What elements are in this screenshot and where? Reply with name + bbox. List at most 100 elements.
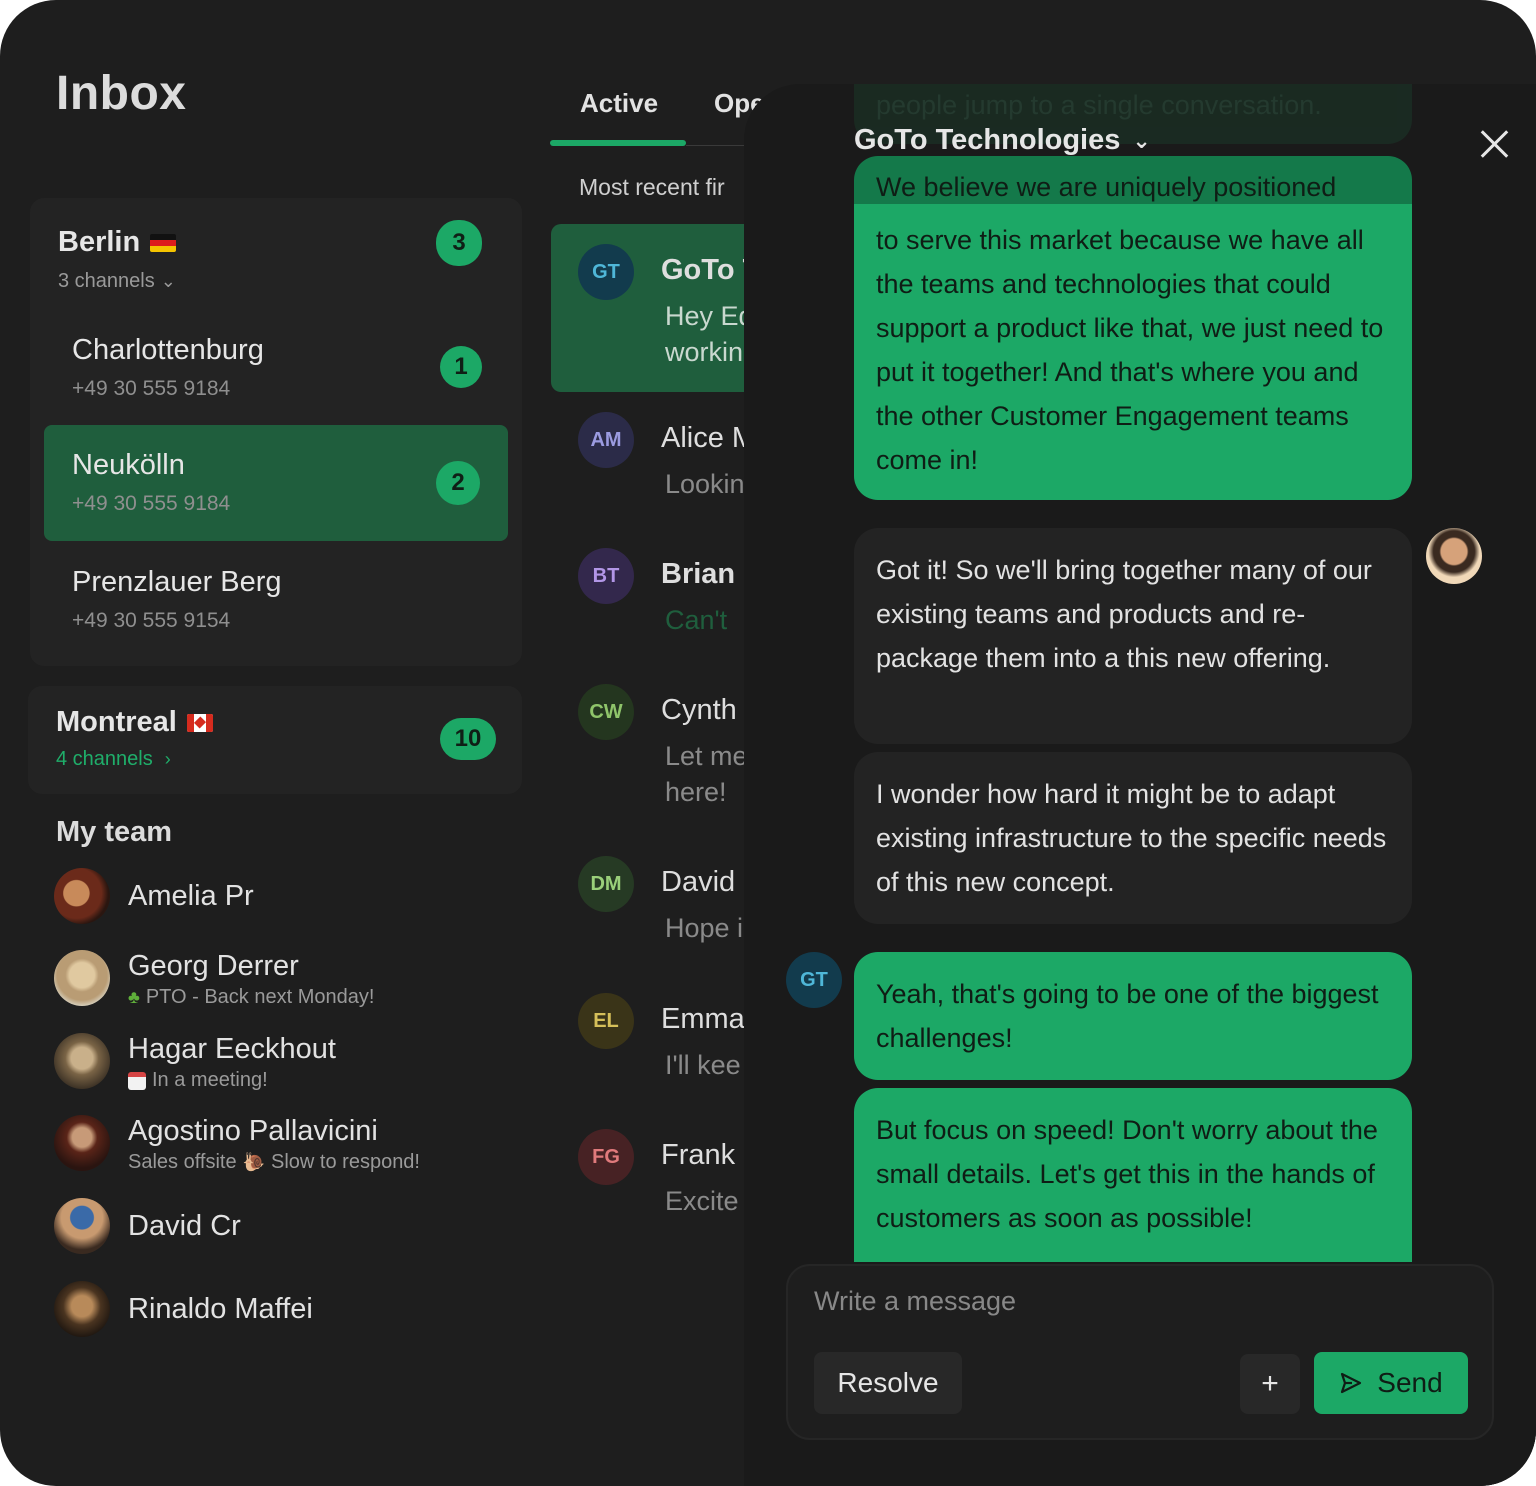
group-channels-count: 3 channels	[58, 270, 155, 292]
avatar	[54, 1198, 110, 1254]
status-location: Sales offsite	[128, 1151, 237, 1173]
snail-icon: 🐌	[242, 1152, 266, 1172]
add-attachment-button[interactable]: +	[1240, 1354, 1300, 1414]
conversation-item[interactable]: CW Cynth Let me here!	[551, 664, 751, 832]
avatar	[54, 1281, 110, 1337]
conversation-preview: Let me here!	[665, 738, 748, 810]
group-channels-toggle[interactable]: 3 channels ⌄	[58, 270, 176, 293]
conversation-item[interactable]: GT GoTo T Hey Ed workin	[551, 224, 760, 392]
preview-line: I'll kee	[665, 1050, 741, 1080]
group-montreal[interactable]: Montreal 4 channels › 10	[28, 686, 522, 794]
channel-prenzlauer-berg[interactable]: Prenzlauer Berg +49 30 555 9154	[44, 542, 508, 658]
group-name-montreal: Montreal	[56, 706, 213, 739]
resolve-button[interactable]: Resolve	[814, 1352, 962, 1414]
germany-flag-icon	[150, 233, 177, 252]
calendar-icon	[128, 1071, 146, 1090]
member-name: David Cr	[128, 1210, 241, 1242]
chevron-down-icon: ⌄	[160, 271, 176, 291]
message-text: Got it! So we'll bring together many of …	[876, 555, 1372, 673]
conversation-avatar: CW	[578, 684, 634, 740]
unread-badge: 2	[436, 461, 480, 505]
canada-flag-icon	[186, 713, 213, 732]
chevron-right-icon: ›	[164, 749, 171, 769]
team-member[interactable]: Agostino Pallavicini Sales offsite 🐌 Slo…	[54, 1115, 514, 1175]
unread-badge: 1	[440, 346, 482, 388]
conversation-avatar: DM	[578, 856, 634, 912]
chat-panel: people jump to a single conversation. Go…	[744, 84, 1536, 1486]
team-member[interactable]: Rinaldo Maffei	[54, 1281, 514, 1341]
message-text: I wonder how hard it might be to adapt e…	[876, 779, 1387, 897]
chat-title: GoTo Technologies	[854, 124, 1121, 156]
message-bubble-incoming: Got it! So we'll bring together many of …	[854, 528, 1412, 744]
channel-charlottenburg[interactable]: Charlottenburg +49 30 555 9184 1	[44, 310, 508, 426]
member-status: Sales offsite 🐌 Slow to respond!	[128, 1151, 420, 1174]
channel-phone: +49 30 555 9184	[72, 377, 231, 400]
conversation-avatar: EL	[578, 993, 634, 1049]
avatar	[54, 1115, 110, 1171]
unread-badge: 10	[440, 718, 496, 760]
conversation-preview: Can't	[665, 602, 727, 638]
conversation-name: David	[661, 866, 736, 898]
send-label: Send	[1377, 1367, 1443, 1398]
message-bubble-outgoing: But focus on speed! Don't worry about th…	[854, 1088, 1412, 1288]
message-bubble-incoming: I wonder how hard it might be to adapt e…	[854, 752, 1412, 924]
message-input[interactable]	[814, 1286, 1414, 1317]
active-tab-indicator	[550, 140, 686, 146]
team-member[interactable]: David Cr	[54, 1198, 514, 1258]
conversation-preview: Lookin	[665, 466, 745, 502]
avatar	[54, 868, 110, 924]
group-channels-count: 4 channels	[56, 748, 153, 770]
preview-line: Hope i	[665, 913, 744, 943]
team-member[interactable]: Georg Derrer ♣ PTO - Back next Monday!	[54, 950, 514, 1010]
channel-name: Neukölln	[72, 449, 185, 481]
chat-title-dropdown[interactable]: GoTo Technologies ⌄	[854, 124, 1151, 157]
sort-dropdown[interactable]: Most recent fir	[579, 174, 725, 201]
preview-line: Lookin	[665, 469, 745, 499]
preview-line: Can't	[665, 605, 728, 635]
status-text: Slow to respond!	[271, 1151, 420, 1173]
conversation-name: Brian	[661, 558, 736, 590]
conversation-tabs: Active Ope	[550, 84, 765, 148]
member-name: Amelia Pr	[128, 880, 254, 912]
team-member[interactable]: Hagar Eeckhout In a meeting!	[54, 1033, 514, 1093]
member-name: Agostino Pallavicini	[128, 1115, 378, 1147]
conversation-preview: I'll kee	[665, 1047, 741, 1083]
preview-line: here!	[665, 777, 727, 807]
status-text: In a meeting!	[152, 1069, 268, 1091]
message-bubble-outgoing: Yeah, that's going to be one of the bigg…	[854, 952, 1412, 1080]
channel-phone: +49 30 555 9184	[72, 492, 231, 515]
message-text: to serve this market because we have all…	[876, 225, 1384, 475]
tab-active[interactable]: Active	[580, 88, 658, 119]
message-composer: Resolve + Send	[786, 1264, 1494, 1440]
member-name: Georg Derrer	[128, 950, 299, 982]
conversation-item[interactable]: FG Frank Excite	[551, 1109, 751, 1277]
user-avatar	[1426, 528, 1482, 584]
message-bubble-outgoing: to serve this market because we have all…	[854, 204, 1412, 500]
conversation-preview: Hope i	[665, 910, 743, 946]
page-title: Inbox	[56, 67, 187, 120]
group-channels-expand[interactable]: 4 channels ›	[56, 748, 171, 771]
member-status: In a meeting!	[128, 1069, 268, 1092]
avatar	[54, 1033, 110, 1089]
status-text: PTO - Back next Monday!	[145, 986, 375, 1008]
preview-line: Hey Ed	[665, 301, 754, 331]
member-name: Hagar Eeckhout	[128, 1033, 336, 1065]
conversation-avatar: GT	[578, 244, 634, 300]
message-text: We believe we are uniquely positioned	[876, 172, 1337, 202]
send-icon	[1341, 1372, 1362, 1394]
group-label: Montreal	[56, 706, 177, 738]
close-icon[interactable]	[1478, 128, 1510, 160]
channel-neukolln[interactable]: Neukölln +49 30 555 9184 2	[44, 425, 508, 541]
app-window: Inbox Berlin 3 channels ⌄ 3 Charlottenbu…	[0, 0, 1536, 1486]
message-text: Yeah, that's going to be one of the bigg…	[876, 979, 1379, 1053]
send-button[interactable]: Send	[1314, 1352, 1468, 1414]
channel-name: Prenzlauer Berg	[72, 566, 282, 598]
member-name: Rinaldo Maffei	[128, 1293, 313, 1325]
member-status: ♣ PTO - Back next Monday!	[128, 986, 374, 1009]
conversation-name: Alice M	[661, 422, 757, 454]
team-member[interactable]: Amelia Pr	[54, 868, 514, 928]
group-name-berlin[interactable]: Berlin	[58, 226, 177, 259]
conversation-avatar: FG	[578, 1129, 634, 1185]
preview-line: Excite	[665, 1186, 739, 1216]
sender-avatar: GT	[786, 952, 842, 1008]
